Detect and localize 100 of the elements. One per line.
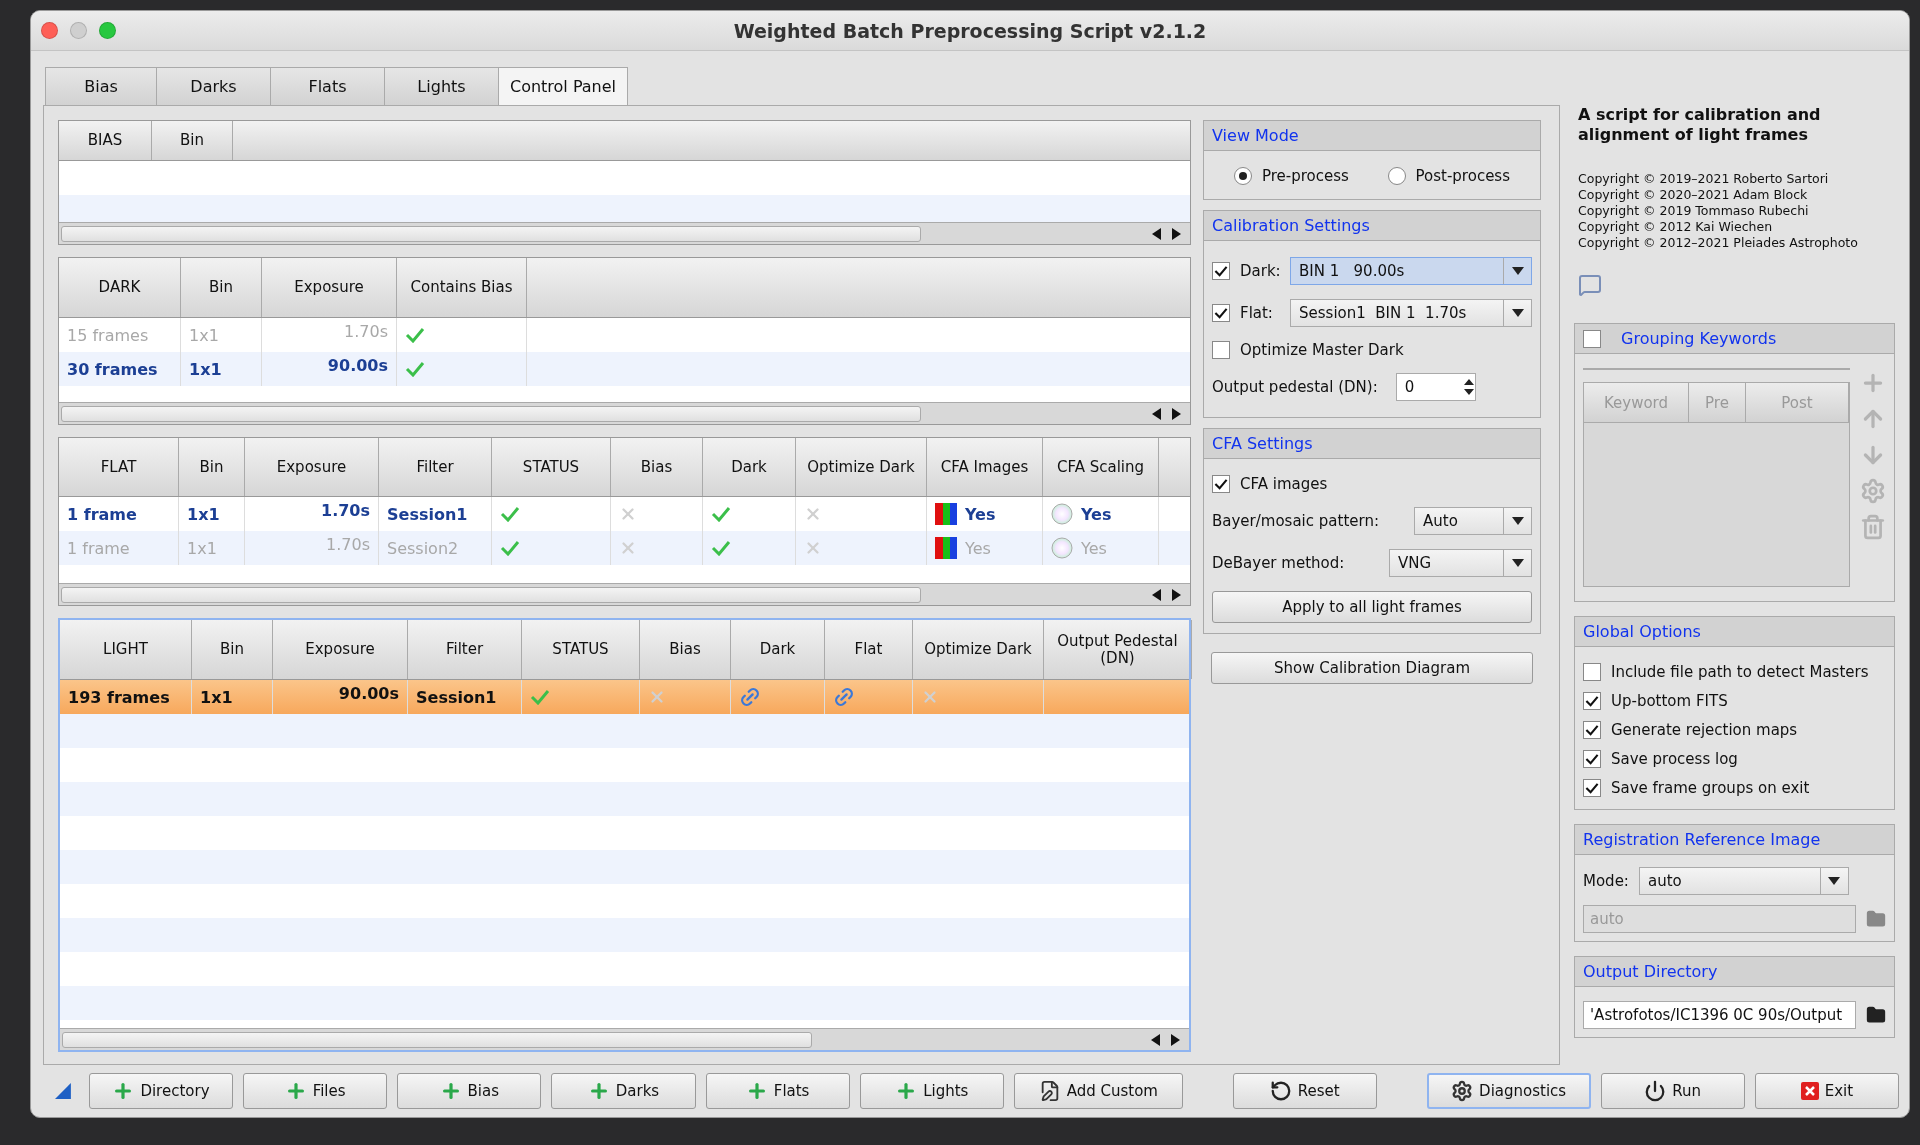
checkbox[interactable] [1212,304,1230,322]
toolbar-button[interactable]: Reset [1232,1073,1377,1109]
column-header[interactable]: Exposure [273,620,408,679]
column-header[interactable]: Exposure [262,258,397,317]
checkbox[interactable] [1583,329,1601,348]
group-title: View Mode [1212,126,1299,145]
reset-icon [1269,1080,1292,1102]
column-header[interactable]: Optimize Dark [796,438,927,496]
column-header[interactable]: Bin [152,121,233,160]
column-header[interactable]: Filter [379,438,492,496]
toolbar-button[interactable]: Bias [397,1073,542,1109]
dropdown[interactable]: Auto [1414,507,1532,535]
checkbox-label: Up-bottom FITS [1611,692,1728,710]
table-row[interactable]: 30 frames 1x1 90.00s [59,352,1190,386]
checkbox[interactable] [1212,262,1230,280]
toolbar-button[interactable]: Darks [551,1073,696,1109]
column-header[interactable]: Flat [825,620,913,679]
horizontal-scrollbar[interactable] [59,402,1190,424]
show-diagram-button[interactable]: Show Calibration Diagram [1211,652,1533,684]
column-header[interactable]: BIAS [59,121,152,160]
dropdown[interactable]: VNG [1389,549,1532,577]
copyright-text: Copyright © 2012–2021 Pleiades Astrophoto [1578,235,1859,251]
horizontal-scrollbar[interactable] [60,1028,1189,1050]
column-header[interactable]: Exposure [245,438,379,496]
table-row[interactable]: 1 frame 1x1 1.70s Session1 Yes Yes [59,497,1190,531]
checkbox[interactable] [1583,779,1601,797]
column-header[interactable]: Dark [703,438,796,496]
tab[interactable]: Lights [384,67,499,105]
column-header[interactable]: Output Pedestal (DN) [1044,620,1192,679]
caret-icon [1511,517,1524,525]
tab[interactable]: Bias [45,67,157,105]
field-label: DeBayer method: [1212,554,1345,572]
power-icon [1644,1080,1667,1102]
table-row[interactable]: 193 frames 1x1 90.00s Session1 [60,680,1189,714]
toolbar-button[interactable]: Lights [859,1073,1004,1109]
corner-triangle-icon[interactable] [55,1083,71,1099]
checkbox-label: CFA images [1240,475,1328,493]
horizontal-scrollbar[interactable] [59,222,1190,244]
toolbar-button[interactable]: Directory [88,1073,234,1109]
tab[interactable]: Control Panel [498,67,628,105]
check-icon [500,506,520,522]
column-header[interactable]: Bin [179,438,245,496]
checkbox[interactable] [1583,721,1601,739]
column-header[interactable]: CFA Scaling [1043,438,1159,496]
column-header[interactable]: Bin [181,258,262,317]
window-close-button[interactable] [41,22,58,39]
checkbox[interactable] [1212,475,1230,493]
toolbar-button[interactable]: Flats [705,1073,850,1109]
tab[interactable]: Darks [156,67,271,105]
column-header[interactable]: Filter [408,620,522,679]
column-header[interactable]: LIGHT [60,620,192,679]
toolbar-button[interactable]: Run [1600,1073,1745,1109]
table-cell: 30 frames [59,352,181,386]
toolbar-button[interactable]: Add Custom [1013,1073,1183,1109]
field-label: Bayer/mosaic pattern: [1212,512,1379,530]
folder-icon[interactable] [1866,1005,1886,1025]
column-header[interactable]: Bin [192,620,273,679]
dropdown[interactable]: auto [1638,867,1849,895]
speech-bubble-icon[interactable] [1578,273,1602,297]
tab[interactable]: Flats [270,67,385,105]
toolbar-button[interactable]: Diagnostics [1426,1073,1591,1109]
output-directory-field[interactable]: 'Astrofotos/IC1396 0C 90s/Output [1583,1001,1856,1029]
column-header[interactable]: Bias [640,620,731,679]
field-label: Dark: [1240,262,1280,280]
horizontal-scrollbar[interactable] [59,583,1190,605]
column-header[interactable]: Contains Bias [397,258,527,317]
checkbox-label: Save process log [1611,750,1738,768]
column-header[interactable]: FLAT [59,438,179,496]
dropdown[interactable]: Session1 BIN 1 1.70s [1290,299,1532,327]
column-header[interactable]: STATUS [492,438,611,496]
check-icon [405,327,425,343]
checkbox[interactable] [1583,750,1601,768]
group-title: Registration Reference Image [1583,830,1821,849]
table-cell: 1x1 [181,352,262,386]
column-header[interactable]: Dark [731,620,825,679]
column-header[interactable]: CFA Images [927,438,1043,496]
caret-icon [1828,877,1841,885]
dropdown[interactable]: BIN 1 90.00s [1290,257,1532,285]
column-header[interactable]: Bias [611,438,703,496]
spinner-arrows-icon[interactable] [1462,377,1475,397]
number-field[interactable]: 0 [1395,373,1476,401]
checkbox[interactable] [1583,692,1601,710]
color-wheel-icon [1051,537,1073,559]
column-header[interactable]: DARK [59,258,181,317]
table-cell: 193 frames [60,680,192,714]
column-header[interactable]: Optimize Dark [913,620,1044,679]
radio-option[interactable]: Pre-process [1234,167,1349,185]
checkbox[interactable] [1212,341,1230,359]
toolbar-button[interactable]: Exit [1754,1073,1899,1109]
color-bars-icon [935,537,957,559]
checkbox[interactable] [1583,663,1601,681]
checkbox-label: Optimize Master Dark [1240,341,1404,359]
window-zoom-button[interactable] [99,22,116,39]
toolbar-button[interactable]: Files [243,1073,388,1109]
cross-icon [921,688,939,706]
radio-option[interactable]: Post-process [1387,167,1510,185]
apply-button[interactable]: Apply to all light frames [1212,591,1532,623]
column-header[interactable]: STATUS [522,620,640,679]
table-cell: 1.70s [245,497,379,531]
group-title: Output Directory [1583,962,1718,981]
